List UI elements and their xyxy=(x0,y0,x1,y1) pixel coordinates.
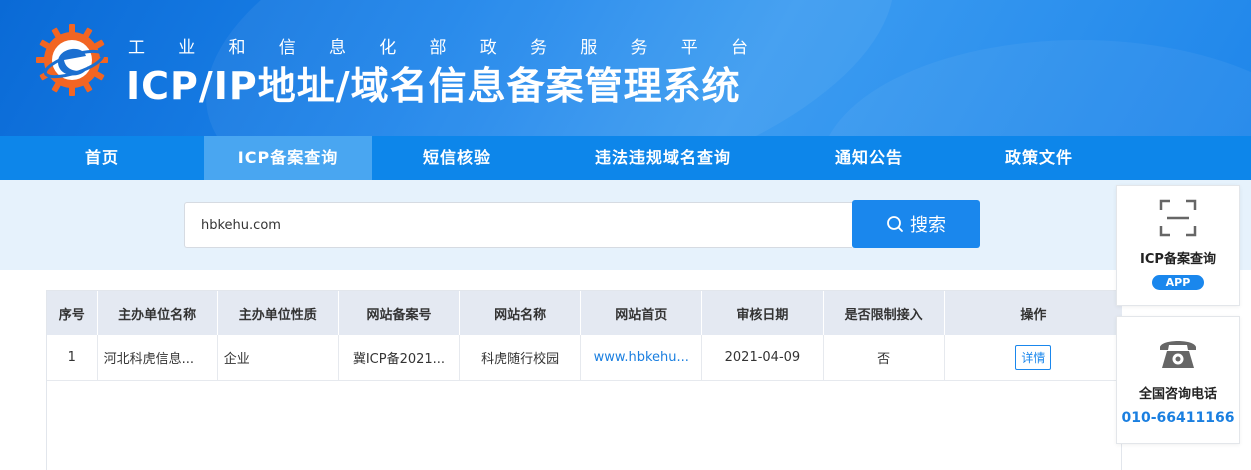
column-header: 主办单位性质 xyxy=(217,291,339,335)
column-header: 网站名称 xyxy=(459,291,582,335)
main-nav: 首页 ICP备案查询 短信核验 违法违规域名查询 通知公告 政策文件 xyxy=(0,136,1251,180)
nav-item-illegal-domain[interactable]: 违法违规域名查询 xyxy=(542,136,784,180)
banner-decoration xyxy=(820,40,1251,136)
detail-button[interactable]: 详情 xyxy=(1015,344,1052,370)
search-icon xyxy=(887,216,903,232)
telephone-icon xyxy=(1160,341,1196,368)
scan-icon xyxy=(1159,199,1197,237)
nav-item-policy[interactable]: 政策文件 xyxy=(954,136,1124,180)
cell-restricted: 否 xyxy=(823,335,945,381)
cell-org-name: 河北科虎信息... xyxy=(97,335,218,381)
column-header: 序号 xyxy=(47,291,98,335)
cell-record-no: 冀ICP备2021... xyxy=(338,335,461,381)
page-title: ICP/IP地址/域名信息备案管理系统 xyxy=(126,64,741,108)
search-input[interactable] xyxy=(184,202,852,248)
miit-logo-icon xyxy=(36,24,108,96)
column-header: 主办单位名称 xyxy=(97,291,218,335)
search-button-label: 搜索 xyxy=(910,215,946,236)
results-table: 序号 主办单位名称 主办单位性质 网站备案号 网站名称 网站首页 审核日期 是否… xyxy=(46,290,1124,470)
table-row: 1 河北科虎信息... 企业 冀ICP备2021... 科虎随行校园 www.h… xyxy=(47,335,1124,381)
table-header-row: 序号 主办单位名称 主办单位性质 网站备案号 网站名称 网站首页 审核日期 是否… xyxy=(47,291,1124,335)
search-button[interactable]: 搜索 xyxy=(852,200,980,248)
column-header: 网站备案号 xyxy=(338,291,461,335)
cell-review-date: 2021-04-09 xyxy=(701,335,824,381)
column-header: 是否限制接入 xyxy=(823,291,945,335)
nav-item-notices[interactable]: 通知公告 xyxy=(784,136,954,180)
phone-label: 全国咨询电话 xyxy=(1138,387,1217,402)
column-header: 操作 xyxy=(944,291,1124,335)
phone-number: 010-66411166 xyxy=(1121,410,1235,426)
cell-site-name: 科虎随行校园 xyxy=(459,335,582,381)
column-header: 审核日期 xyxy=(701,291,824,335)
nav-item-sms-verify[interactable]: 短信核验 xyxy=(372,136,542,180)
cell-index: 1 xyxy=(47,335,98,381)
nav-item-icp-query[interactable]: ICP备案查询 xyxy=(204,136,372,180)
icp-app-label: ICP备案查询 xyxy=(1140,252,1216,267)
app-badge: APP xyxy=(1151,275,1205,290)
cell-homepage-link[interactable]: www.hbkehu... xyxy=(580,335,703,381)
cell-action: 详情 xyxy=(944,335,1124,381)
phone-card: 全国咨询电话 010-66411166 xyxy=(1116,316,1240,444)
column-header: 网站首页 xyxy=(580,291,703,335)
icp-app-card[interactable]: ICP备案查询 APP xyxy=(1116,185,1240,306)
header-banner: 工 业 和 信 息 化 部 政 务 服 务 平 台 ICP/IP地址/域名信息备… xyxy=(0,0,1251,136)
nav-item-home[interactable]: 首页 xyxy=(0,136,204,180)
cell-org-type: 企业 xyxy=(217,335,339,381)
